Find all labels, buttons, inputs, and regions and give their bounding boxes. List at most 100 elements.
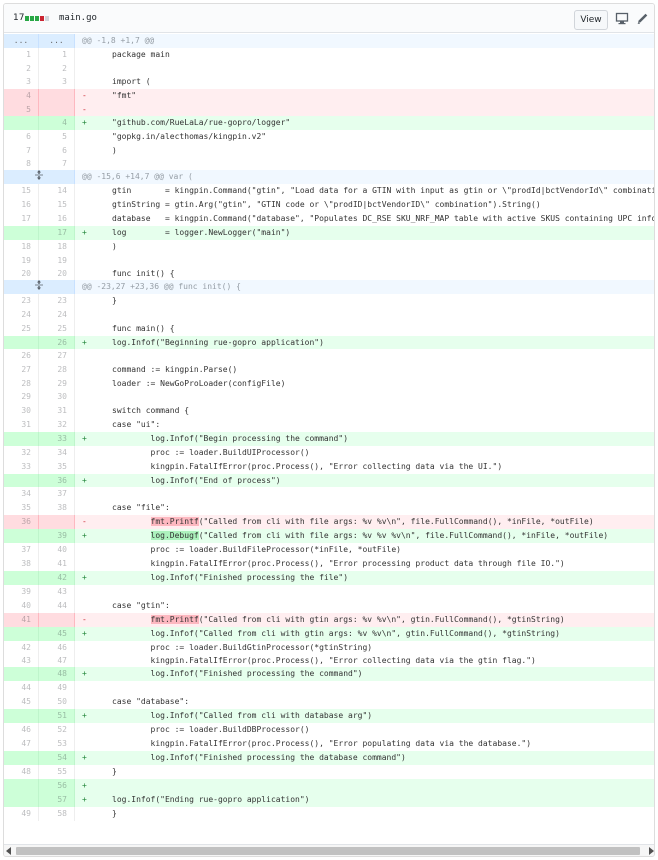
old-line-number[interactable]: 20	[4, 267, 39, 280]
old-line-number[interactable]	[4, 116, 39, 130]
new-line-number[interactable]: 30	[39, 390, 75, 404]
old-line-number[interactable]: 6	[4, 130, 39, 144]
new-line-number[interactable]: 42	[39, 571, 75, 585]
new-line-number[interactable]: 52	[39, 723, 75, 737]
old-line-number[interactable]: 49	[4, 807, 39, 821]
expand-button[interactable]	[4, 280, 75, 294]
old-line-number[interactable]: 44	[4, 681, 39, 695]
new-line-number[interactable]: 26	[39, 336, 75, 349]
old-line-number[interactable]: 16	[4, 198, 39, 212]
old-line-number[interactable]	[4, 432, 39, 446]
new-line-number[interactable]	[39, 613, 75, 627]
old-line-number[interactable]: 15	[4, 184, 39, 198]
old-line-number[interactable]: 5	[4, 103, 39, 116]
new-line-number[interactable]: 32	[39, 418, 75, 432]
old-line-number[interactable]: 32	[4, 446, 39, 460]
old-line-number[interactable]: 35	[4, 501, 39, 515]
new-line-number[interactable]: 56	[39, 779, 75, 793]
old-line-number[interactable]: 7	[4, 144, 39, 157]
new-line-number[interactable]: 34	[39, 446, 75, 460]
new-line-number[interactable]: 35	[39, 460, 75, 474]
new-line-number[interactable]: 28	[39, 363, 75, 377]
old-line-number[interactable]: 18	[4, 240, 39, 254]
scrollbar-thumb[interactable]	[16, 847, 640, 855]
new-line-number[interactable]: 33	[39, 432, 75, 446]
new-line-number[interactable]: 38	[39, 501, 75, 515]
old-line-number[interactable]: 45	[4, 695, 39, 709]
new-line-number[interactable]: 23	[39, 294, 75, 308]
pencil-icon[interactable]	[636, 12, 650, 25]
old-line-number[interactable]	[4, 336, 39, 349]
old-line-number[interactable]: 26	[4, 349, 39, 363]
new-line-number[interactable]: 2	[39, 62, 75, 75]
old-line-number[interactable]: 42	[4, 641, 39, 654]
new-line-number[interactable]: 3	[39, 75, 75, 89]
new-line-number[interactable]: 41	[39, 557, 75, 571]
new-line-number[interactable]: 24	[39, 308, 75, 322]
new-line-number[interactable]: 25	[39, 322, 75, 336]
new-line-number[interactable]: 19	[39, 254, 75, 267]
new-line-number[interactable]: 5	[39, 130, 75, 144]
display-icon[interactable]	[615, 12, 629, 25]
old-line-number[interactable]: 43	[4, 654, 39, 667]
new-line-number[interactable]: 50	[39, 695, 75, 709]
new-line-number[interactable]: 16	[39, 212, 75, 226]
new-line-number[interactable]: 37	[39, 487, 75, 501]
old-line-number[interactable]: 33	[4, 460, 39, 474]
new-line-number[interactable]: 29	[39, 377, 75, 390]
new-line-number[interactable]: 15	[39, 198, 75, 212]
old-line-number[interactable]: 41	[4, 613, 39, 627]
new-line-number[interactable]: 4	[39, 116, 75, 130]
new-line-number[interactable]: 18	[39, 240, 75, 254]
new-line-number[interactable]: 43	[39, 585, 75, 599]
old-line-number[interactable]: 40	[4, 599, 39, 613]
old-line-number[interactable]: 29	[4, 390, 39, 404]
expand-button[interactable]	[4, 170, 75, 184]
new-line-number[interactable]: 46	[39, 641, 75, 654]
new-line-number[interactable]: 40	[39, 543, 75, 557]
file-name[interactable]: main.go	[59, 13, 97, 23]
old-line-number[interactable]: 3	[4, 75, 39, 89]
old-line-number[interactable]	[4, 474, 39, 487]
scroll-right-icon[interactable]	[649, 847, 654, 855]
new-line-number[interactable]: 49	[39, 681, 75, 695]
expand-icon[interactable]	[34, 280, 44, 290]
old-line-number[interactable]: 8	[4, 157, 39, 170]
new-line-number[interactable]: 6	[39, 144, 75, 157]
view-button[interactable]: View	[574, 10, 608, 30]
old-line-number[interactable]	[4, 667, 39, 681]
old-line-number[interactable]	[4, 779, 39, 793]
old-line-number[interactable]: 25	[4, 322, 39, 336]
old-line-number[interactable]	[4, 571, 39, 585]
new-line-number[interactable]: 7	[39, 157, 75, 170]
new-line-number[interactable]: 36	[39, 474, 75, 487]
new-line-number[interactable]: 17	[39, 226, 75, 240]
old-line-number[interactable]: 31	[4, 418, 39, 432]
old-line-number[interactable]	[4, 226, 39, 240]
new-line-number[interactable]: 57	[39, 793, 75, 807]
new-line-number[interactable]: 53	[39, 737, 75, 751]
old-line-number[interactable]: 28	[4, 377, 39, 390]
old-line-number[interactable]: 24	[4, 308, 39, 322]
old-line-number[interactable]: 46	[4, 723, 39, 737]
new-line-number[interactable]: 20	[39, 267, 75, 280]
old-line-number[interactable]	[4, 627, 39, 641]
new-line-number[interactable]: 1	[39, 48, 75, 62]
new-line-number[interactable]: 45	[39, 627, 75, 641]
old-line-number[interactable]: 37	[4, 543, 39, 557]
old-line-number[interactable]: 4	[4, 89, 39, 103]
horizontal-scrollbar[interactable]	[4, 844, 654, 856]
new-line-number[interactable]: 31	[39, 404, 75, 418]
old-line-number[interactable]: 48	[4, 765, 39, 779]
new-line-number[interactable]: 14	[39, 184, 75, 198]
old-line-number[interactable]	[4, 751, 39, 765]
old-line-number[interactable]: 36	[4, 515, 39, 529]
old-line-number[interactable]: 23	[4, 294, 39, 308]
old-line-number[interactable]: ...	[4, 34, 39, 48]
scroll-left-icon[interactable]	[6, 847, 11, 855]
old-line-number[interactable]: 19	[4, 254, 39, 267]
new-line-number[interactable]: 51	[39, 709, 75, 723]
old-line-number[interactable]: 27	[4, 363, 39, 377]
new-line-number[interactable]: 58	[39, 807, 75, 821]
old-line-number[interactable]: 38	[4, 557, 39, 571]
